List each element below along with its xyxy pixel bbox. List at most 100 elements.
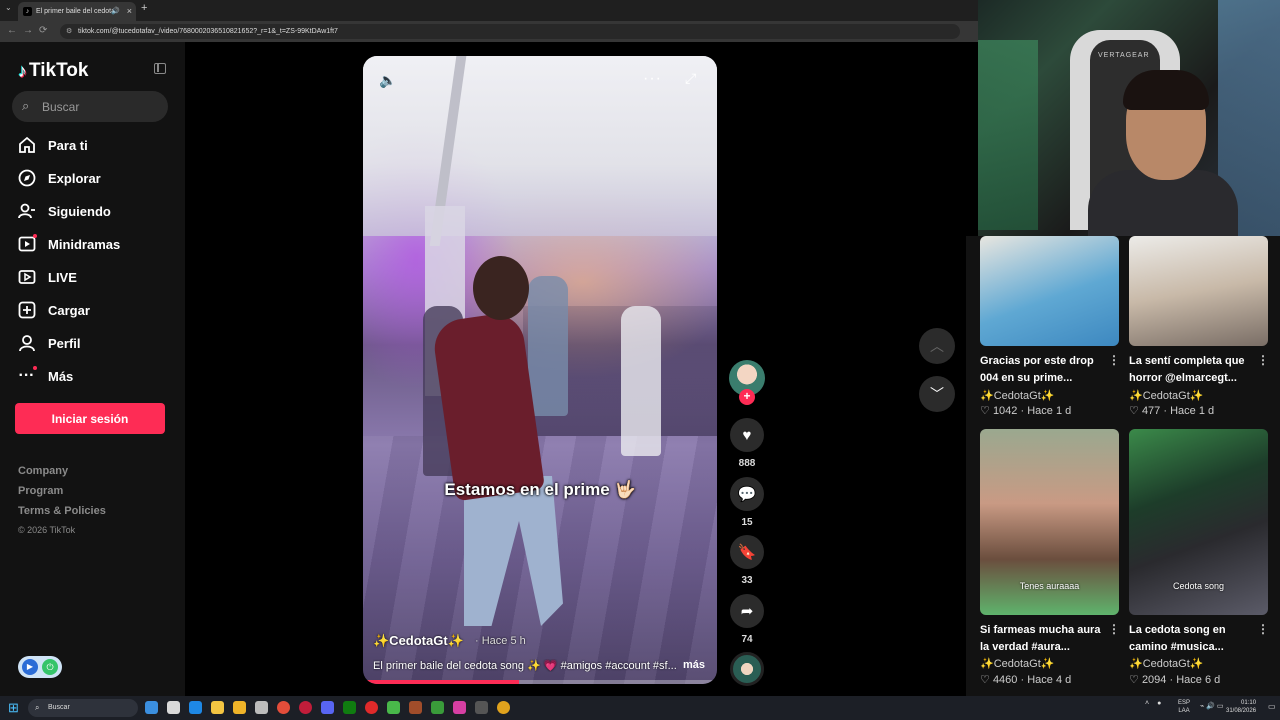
collapse-sidebar-icon[interactable] [154, 63, 166, 74]
search-input[interactable] [42, 91, 162, 122]
posted-label: Hace 5 h [481, 635, 526, 647]
related-thumb[interactable] [980, 236, 1119, 346]
following-icon [17, 202, 36, 221]
related-author[interactable]: ✨CedotaGt✨ [1129, 657, 1203, 670]
search-box[interactable]: ⌕ [12, 91, 168, 122]
notifications-icon[interactable]: ▭ [1268, 702, 1276, 711]
app-icon[interactable] [387, 701, 400, 714]
extension-widget[interactable]: ▶ ⏻ [18, 656, 62, 678]
video-author[interactable]: ✨CedotaGt✨ [373, 633, 464, 649]
sticky-notes-icon[interactable] [211, 701, 224, 714]
tab-close-icon[interactable]: × [127, 2, 132, 21]
sidebar-item-mas[interactable]: ··· Más [17, 364, 73, 388]
system-clock[interactable]: 01:10 31/08/2026 [1226, 699, 1256, 715]
music-disc-icon[interactable] [730, 652, 764, 686]
tab-search-icon[interactable]: ⌄ [5, 3, 12, 12]
related-title[interactable]: Gracias por este drop 004 en su prime... [980, 353, 1110, 387]
taskview-icon[interactable] [145, 701, 158, 714]
sidebar-item-para-ti[interactable]: Para ti [17, 133, 88, 157]
video-progress-bar[interactable] [363, 680, 717, 684]
sidebar: ♪ TikTok ⌕ Para ti Explorar Siguiendo Mi… [0, 42, 185, 696]
sidebar-item-siguiendo[interactable]: Siguiendo [17, 199, 111, 223]
description-more-link[interactable]: más [683, 659, 705, 671]
more-options-icon[interactable]: ⋮ [1108, 353, 1120, 367]
mail-icon[interactable] [189, 701, 202, 714]
sidebar-item-perfil[interactable]: Perfil [17, 331, 81, 355]
chrome-icon[interactable] [277, 701, 290, 714]
related-title[interactable]: La cedota song en camino #musica... [1129, 622, 1259, 656]
previous-video-button[interactable]: ︿ [919, 328, 955, 364]
related-title[interactable]: Si farmeas mucha aura la verdad #aura... [980, 622, 1110, 656]
app-icon[interactable] [475, 701, 488, 714]
save-button[interactable]: 🔖 [730, 535, 764, 569]
system-tray[interactable]: ˄ ● [1145, 700, 1161, 707]
sidebar-item-live[interactable]: LIVE [17, 265, 77, 289]
more-dots-icon: ··· [17, 365, 37, 386]
browser-tab[interactable]: ♪ El primer baile del cedota 🔊 × [18, 2, 136, 21]
related-thumb[interactable]: Tenes auraaaa [980, 429, 1119, 615]
upload-icon [17, 301, 36, 320]
sidebar-item-label: Cargar [48, 302, 90, 318]
minecraft-icon[interactable] [431, 701, 444, 714]
comment-button[interactable]: 💬 [730, 477, 764, 511]
footer-link-terms[interactable]: Terms & Policies [18, 505, 106, 517]
tiktok-logo[interactable]: ♪ TikTok [18, 60, 88, 82]
sidebar-item-label: Explorar [48, 170, 101, 186]
more-options-icon[interactable]: ⋮ [1108, 622, 1120, 636]
sidebar-item-minidramas[interactable]: Minidramas [17, 232, 120, 256]
compass-icon [17, 169, 36, 188]
related-likes: 477 [1141, 405, 1161, 417]
heart-outline-icon: ♡ [1129, 674, 1139, 686]
windows-start-icon[interactable]: ⊞ [8, 700, 19, 716]
footer-link-program[interactable]: Program [18, 485, 63, 497]
related-title[interactable]: La sentí completa que horror @elmarcegt.… [1129, 353, 1259, 387]
app-icon[interactable] [365, 701, 378, 714]
file-explorer-icon[interactable] [233, 701, 246, 714]
volume-icon[interactable]: 🔈 [379, 72, 396, 89]
profile-icon [17, 334, 36, 353]
more-options-icon[interactable]: ··· [643, 70, 662, 88]
video-player[interactable]: 🔈 ··· ⤢ Estamos en el prime 🤟🏻 ✨CedotaGt… [363, 56, 717, 684]
site-info-icon[interactable]: ⚙ [66, 24, 72, 39]
heart-icon: ♥ [742, 426, 752, 444]
new-tab-button[interactable]: + [141, 2, 147, 14]
fullscreen-icon[interactable]: ⤢ [685, 70, 696, 87]
network-volume-icons[interactable]: ⌁ 🔊 ▭ [1200, 702, 1223, 710]
app-icon[interactable] [409, 701, 422, 714]
app-icon[interactable] [453, 701, 466, 714]
like-button[interactable]: ♥ [730, 418, 764, 452]
related-thumb[interactable] [1129, 236, 1268, 346]
login-button[interactable]: Iniciar sesión [15, 403, 165, 434]
sidebar-item-explorar[interactable]: Explorar [17, 166, 101, 190]
nav-buttons[interactable]: ←→⟳ [7, 25, 53, 36]
related-posted: Hace 1 d [1027, 405, 1072, 417]
language-indicator[interactable]: ESP LAA [1178, 699, 1190, 715]
chrome-active-icon[interactable] [497, 701, 510, 714]
related-author[interactable]: ✨CedotaGt✨ [980, 389, 1054, 402]
footer-link-company[interactable]: Company [18, 465, 68, 477]
tab-audio-icon[interactable]: 🔊 [111, 2, 120, 21]
taskbar-search[interactable]: ⌕ Buscar [28, 699, 138, 717]
video-progress-fill [363, 680, 519, 684]
discord-icon[interactable] [321, 701, 334, 714]
thumb-caption: Cedota song [1172, 581, 1225, 591]
notification-dot [33, 233, 37, 238]
next-video-button[interactable]: ﹀ [919, 376, 955, 412]
address-bar[interactable]: ⚙ tiktok.com/@tucedotafav_/video/7680002… [60, 24, 960, 39]
more-options-icon[interactable]: ⋮ [1257, 622, 1269, 636]
related-thumb[interactable]: Cedota song [1129, 429, 1268, 615]
opera-icon[interactable] [299, 701, 312, 714]
share-button[interactable]: ➦ [730, 594, 764, 628]
app-icon[interactable] [255, 701, 268, 714]
bookmark-icon: 🔖 [737, 544, 757, 561]
app-icon[interactable] [167, 701, 180, 714]
related-author[interactable]: ✨CedotaGt✨ [1129, 389, 1203, 402]
related-likes: 4460 [992, 674, 1018, 686]
address-bar-row: ←→⟳ ⚙ tiktok.com/@tucedotafav_/video/768… [0, 21, 978, 42]
webcam-overlay: VERTAGEAR [978, 0, 1280, 236]
more-options-icon[interactable]: ⋮ [1257, 353, 1269, 367]
xbox-icon[interactable] [343, 701, 356, 714]
related-author[interactable]: ✨CedotaGt✨ [980, 657, 1054, 670]
sidebar-item-cargar[interactable]: Cargar [17, 298, 90, 322]
follow-plus-icon[interactable]: + [739, 389, 755, 405]
